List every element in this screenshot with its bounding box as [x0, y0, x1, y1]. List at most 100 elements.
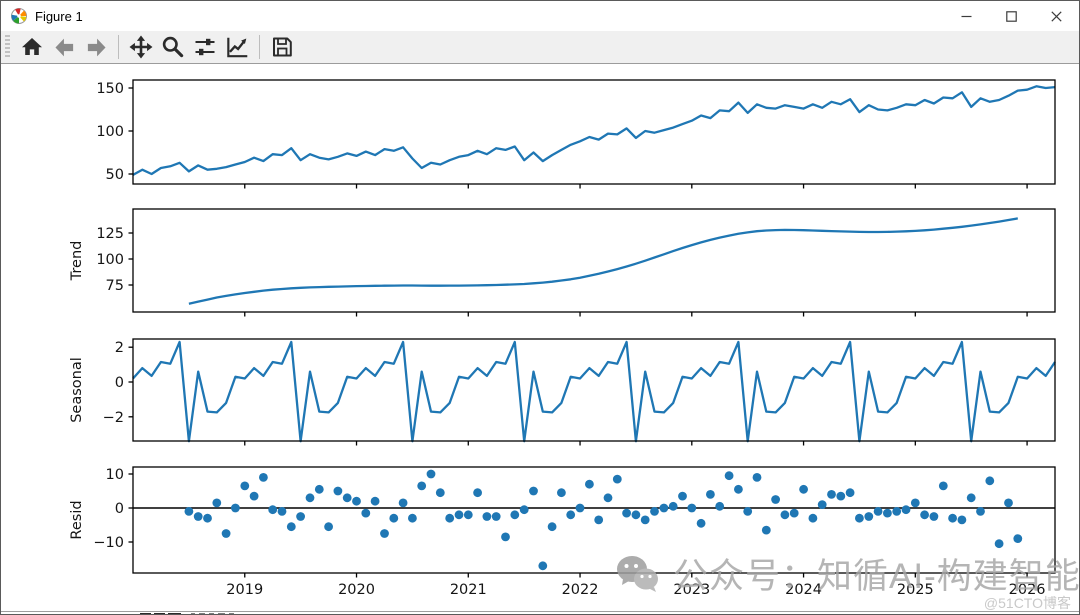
resid-point	[734, 485, 743, 494]
resid-point	[268, 505, 277, 514]
resid-point	[669, 502, 678, 511]
save-button[interactable]	[267, 33, 297, 61]
resid-point	[650, 507, 659, 516]
resid-point	[455, 510, 464, 519]
resid-point	[417, 482, 426, 491]
maximize-icon	[1006, 11, 1017, 22]
resid-point	[529, 487, 538, 496]
resid-point	[725, 471, 734, 480]
resid-point	[781, 510, 790, 519]
resid-point	[864, 512, 873, 521]
resid-point	[706, 490, 715, 499]
resid-point	[389, 514, 398, 523]
resid-point	[902, 505, 911, 514]
axes-frame	[133, 467, 1055, 573]
x-tick-label: 2022	[562, 582, 599, 598]
cropped-footer-row	[1, 611, 1080, 615]
resid-point	[892, 507, 901, 516]
close-button[interactable]	[1034, 1, 1079, 31]
subplot-resid: −1001020192020202120222023202420252026Re…	[69, 467, 1055, 598]
resid-point	[799, 485, 808, 494]
figure-window: Figure 1	[0, 0, 1080, 615]
four-way-move-icon	[128, 34, 154, 60]
matplotlib-logo-icon	[10, 7, 28, 25]
resid-point	[948, 514, 957, 523]
resid-point	[566, 510, 575, 519]
y-tick-label: 10	[106, 467, 124, 483]
x-tick-label: 2019	[226, 582, 263, 598]
resid-point	[576, 504, 585, 513]
resid-point	[380, 529, 389, 538]
resid-point	[995, 539, 1004, 548]
resid-point	[250, 492, 259, 501]
resid-point	[436, 488, 445, 497]
resid-point	[976, 507, 985, 516]
axes-frame	[133, 80, 1055, 184]
home-button[interactable]	[17, 33, 47, 61]
resid-point	[492, 512, 501, 521]
resid-point	[296, 512, 305, 521]
resid-point	[222, 529, 231, 538]
minimize-icon	[961, 11, 972, 22]
configure-subplots-button[interactable]	[190, 33, 220, 61]
resid-point	[930, 512, 939, 521]
maximize-button[interactable]	[989, 1, 1034, 31]
resid-point	[334, 487, 343, 496]
resid-point	[697, 519, 706, 528]
pan-button[interactable]	[126, 33, 156, 61]
y-tick-label: 0	[115, 501, 124, 517]
resid-point	[753, 473, 762, 482]
resid-point	[920, 510, 929, 519]
resid-point	[641, 516, 650, 525]
resid-point	[259, 473, 268, 482]
caption-buttons	[944, 1, 1079, 31]
y-tick-label: 125	[96, 226, 124, 242]
resid-point	[632, 510, 641, 519]
figure-canvas[interactable]: 5010015075100125Trend−202Seasonal−100102…	[1, 1, 1080, 615]
y-tick-label: 150	[96, 81, 124, 97]
resid-point	[836, 492, 845, 501]
seasonal-ylabel: Seasonal	[69, 357, 85, 423]
x-tick-label: 2021	[450, 582, 487, 598]
resid-point	[548, 522, 557, 531]
resid-point	[483, 512, 492, 521]
title-bar[interactable]: Figure 1	[1, 1, 1079, 31]
axes-frame	[133, 339, 1055, 441]
forward-button[interactable]	[81, 33, 111, 61]
resid-point	[324, 522, 333, 531]
resid-point	[315, 485, 324, 494]
edit-parameters-button[interactable]	[222, 33, 252, 61]
window-title: Figure 1	[35, 9, 83, 24]
resid-point	[604, 493, 613, 502]
resid-point	[343, 493, 352, 502]
resid-point	[958, 516, 967, 525]
resid-point	[790, 509, 799, 518]
y-tick-label: 50	[106, 167, 124, 183]
resid-point	[240, 482, 249, 491]
subplot-observed: 50100150	[96, 80, 1055, 189]
x-tick-label: 2024	[785, 582, 822, 598]
resid-point	[678, 492, 687, 501]
resid-point	[278, 507, 287, 516]
resid-point	[687, 504, 696, 513]
resid-point	[371, 497, 380, 506]
resid-point	[510, 510, 519, 519]
sliders-icon	[193, 35, 217, 59]
resid-point	[427, 470, 436, 479]
zoom-button[interactable]	[158, 33, 188, 61]
line-chart-icon	[224, 34, 250, 60]
resid-point	[874, 507, 883, 516]
x-tick-label: 2025	[897, 582, 934, 598]
minimize-button[interactable]	[944, 1, 989, 31]
resid-point	[939, 482, 948, 491]
resid-point	[399, 499, 408, 508]
resid-point	[827, 490, 836, 499]
y-tick-label: −10	[93, 535, 124, 551]
back-button[interactable]	[49, 33, 79, 61]
resid-point	[557, 488, 566, 497]
resid-point	[660, 504, 669, 513]
y-tick-label: 100	[96, 252, 124, 268]
toolbar-handle[interactable]	[5, 35, 10, 59]
toolbar-separator	[118, 35, 119, 59]
arrow-right-icon	[85, 36, 108, 59]
